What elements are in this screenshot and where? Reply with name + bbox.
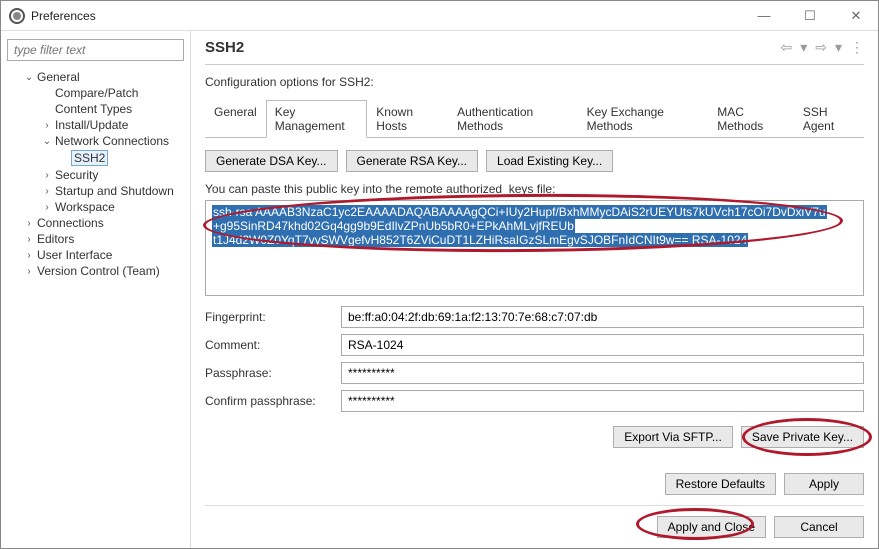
dropdown2-icon[interactable]: ▾ <box>835 39 842 56</box>
header-nav-icons: ⇦ ▾ ⇨ ▾ ⋮ <box>780 39 864 56</box>
defaults-row: Restore Defaults Apply <box>205 473 864 495</box>
load-key-button[interactable]: Load Existing Key... <box>486 150 613 172</box>
apply-button[interactable]: Apply <box>784 473 864 495</box>
confirm-passphrase-label: Confirm passphrase: <box>205 394 333 408</box>
tree-connections[interactable]: ›Connections <box>7 215 184 231</box>
pubkey-line2: +g95SinRD47khd02Gq4gg9b9EdIlvZPnUb5bR0+E… <box>212 219 575 233</box>
window-title: Preferences <box>31 9 750 23</box>
window-buttons: — ☐ ✕ <box>750 8 870 24</box>
maximize-button[interactable]: ☐ <box>796 8 824 24</box>
restore-defaults-button[interactable]: Restore Defaults <box>665 473 776 495</box>
tree-ui[interactable]: ›User Interface <box>7 247 184 263</box>
fingerprint-row: Fingerprint: <box>205 306 864 328</box>
comment-input[interactable] <box>341 334 864 356</box>
generate-row: Generate DSA Key... Generate RSA Key... … <box>205 150 864 172</box>
public-key-wrap: ssh-rsa AAAAB3NzaC1yc2EAAAADAQABAAAAgQCi… <box>205 200 864 296</box>
minimize-button[interactable]: — <box>750 8 778 24</box>
page-title: SSH2 <box>205 39 780 56</box>
tab-mac-methods[interactable]: MAC Methods <box>708 100 794 138</box>
tree-startup[interactable]: ›Startup and Shutdown <box>7 183 184 199</box>
tab-known-hosts[interactable]: Known Hosts <box>367 100 448 138</box>
tree-security[interactable]: ›Security <box>7 167 184 183</box>
nav-tree: ⌄General Compare/Patch Content Types ›In… <box>7 69 184 540</box>
titlebar: Preferences — ☐ ✕ <box>1 1 878 31</box>
tabs: General Key Management Known Hosts Authe… <box>205 99 864 138</box>
tab-general[interactable]: General <box>205 100 266 138</box>
cancel-button[interactable]: Cancel <box>774 516 864 538</box>
close-button[interactable]: ✕ <box>842 8 870 24</box>
public-key-textarea[interactable]: ssh-rsa AAAAB3NzaC1yc2EAAAADAQABAAAAgQCi… <box>205 200 864 296</box>
comment-row: Comment: <box>205 334 864 356</box>
page-header: SSH2 ⇦ ▾ ⇨ ▾ ⋮ <box>205 39 864 65</box>
dropdown-icon[interactable]: ▾ <box>800 39 807 56</box>
paste-hint: You can paste this public key into the r… <box>205 182 864 196</box>
tree-vc[interactable]: ›Version Control (Team) <box>7 263 184 279</box>
right-panel: SSH2 ⇦ ▾ ⇨ ▾ ⋮ Configuration options for… <box>191 31 878 548</box>
passphrase-input[interactable] <box>341 362 864 384</box>
pubkey-line1: ssh-rsa AAAAB3NzaC1yc2EAAAADAQABAAAAgQCi… <box>212 205 827 219</box>
tab-key-management[interactable]: Key Management <box>266 100 368 138</box>
filter-input[interactable] <box>7 39 184 61</box>
left-panel: ⌄General Compare/Patch Content Types ›In… <box>1 31 191 548</box>
fingerprint-input[interactable] <box>341 306 864 328</box>
footer-row: Apply and Close Cancel <box>205 505 864 538</box>
passphrase-label: Passphrase: <box>205 366 333 380</box>
tree-editors[interactable]: ›Editors <box>7 231 184 247</box>
tab-ssh-agent[interactable]: SSH Agent <box>794 100 864 138</box>
confirm-passphrase-row: Confirm passphrase: <box>205 390 864 412</box>
tree-install[interactable]: ›Install/Update <box>7 117 184 133</box>
tab-key-exchange[interactable]: Key Exchange Methods <box>578 100 709 138</box>
tab-auth-methods[interactable]: Authentication Methods <box>448 100 577 138</box>
tree-ssh2[interactable]: SSH2 <box>7 149 184 167</box>
tree-compare[interactable]: Compare/Patch <box>7 85 184 101</box>
menu-icon[interactable]: ⋮ <box>850 39 864 56</box>
confirm-passphrase-input[interactable] <box>341 390 864 412</box>
pubkey-line3: t1J4d2W0Z0YqT7vySWVgefvH852T6ZViCuDT1LZH… <box>212 233 748 247</box>
export-sftp-button[interactable]: Export Via SFTP... <box>613 426 733 448</box>
generate-dsa-button[interactable]: Generate DSA Key... <box>205 150 338 172</box>
tree-content[interactable]: Content Types <box>7 101 184 117</box>
forward-icon[interactable]: ⇨ <box>815 39 827 56</box>
generate-rsa-button[interactable]: Generate RSA Key... <box>346 150 479 172</box>
description: Configuration options for SSH2: <box>205 75 864 89</box>
tree-network[interactable]: ⌄Network Connections <box>7 133 184 149</box>
apply-and-close-button[interactable]: Apply and Close <box>657 516 766 538</box>
export-row: Export Via SFTP... Save Private Key... <box>205 426 864 448</box>
tree-workspace[interactable]: ›Workspace <box>7 199 184 215</box>
passphrase-row: Passphrase: <box>205 362 864 384</box>
comment-label: Comment: <box>205 338 333 352</box>
save-private-key-button[interactable]: Save Private Key... <box>741 426 864 448</box>
back-icon[interactable]: ⇦ <box>780 39 792 56</box>
fingerprint-label: Fingerprint: <box>205 310 333 324</box>
app-icon <box>9 8 25 24</box>
tree-general[interactable]: ⌄General <box>7 69 184 85</box>
